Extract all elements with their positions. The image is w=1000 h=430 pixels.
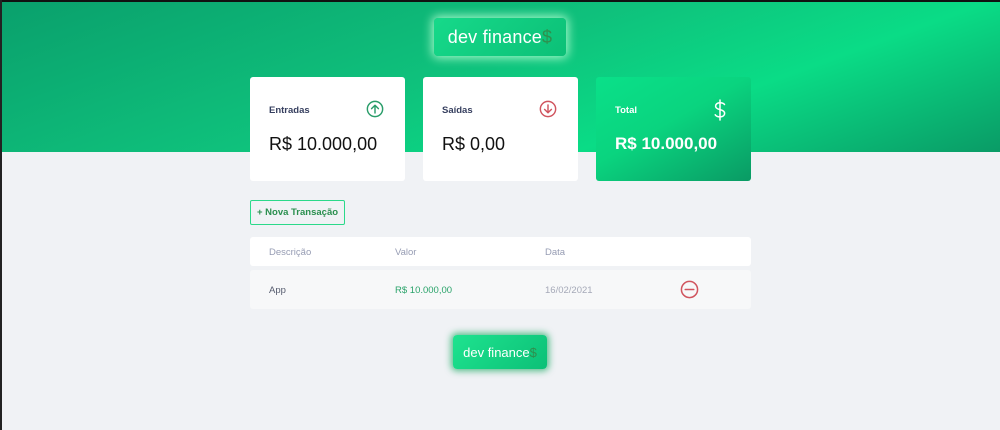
- new-transaction-button[interactable]: + Nova Transação: [250, 200, 345, 225]
- header-value: Valor: [395, 247, 417, 258]
- row-date: 16/02/2021: [545, 285, 593, 296]
- header-date: Data: [545, 247, 566, 258]
- footer-logo-dollar: $: [529, 344, 537, 360]
- arrow-down-circle-icon: [539, 100, 557, 118]
- expense-value: R$ 0,00: [442, 134, 506, 154]
- minus-circle-icon[interactable]: [680, 280, 699, 299]
- total-label: Total: [615, 105, 637, 116]
- row-value: R$ 10.000,00: [395, 285, 453, 296]
- arrow-up-circle-icon: [366, 100, 384, 118]
- total-value: R$ 10.000,00: [615, 134, 718, 153]
- logo-text: dev finance: [447, 26, 543, 47]
- table-row: App R$ 10.000,00 16/02/2021: [250, 270, 751, 309]
- logo: dev finance $: [434, 18, 566, 56]
- logo-dollar: $: [542, 26, 553, 47]
- dollar-icon: [714, 99, 726, 121]
- expense-card: Saídas R$ 0,00: [423, 77, 578, 181]
- expense-label: Saídas: [442, 105, 473, 116]
- total-card: Total R$ 10.000,00: [596, 77, 751, 181]
- table-header: Descrição Valor Data: [250, 237, 751, 266]
- income-card: Entradas R$ 10.000,00: [250, 77, 405, 181]
- income-value: R$ 10.000,00: [269, 134, 378, 154]
- footer-logo: dev finance $: [453, 335, 547, 369]
- header-description: Descrição: [269, 247, 312, 258]
- footer-logo-text: dev finance: [463, 344, 530, 360]
- row-description: App: [269, 285, 286, 296]
- left-edge: [0, 0, 2, 430]
- income-label: Entradas: [269, 105, 310, 116]
